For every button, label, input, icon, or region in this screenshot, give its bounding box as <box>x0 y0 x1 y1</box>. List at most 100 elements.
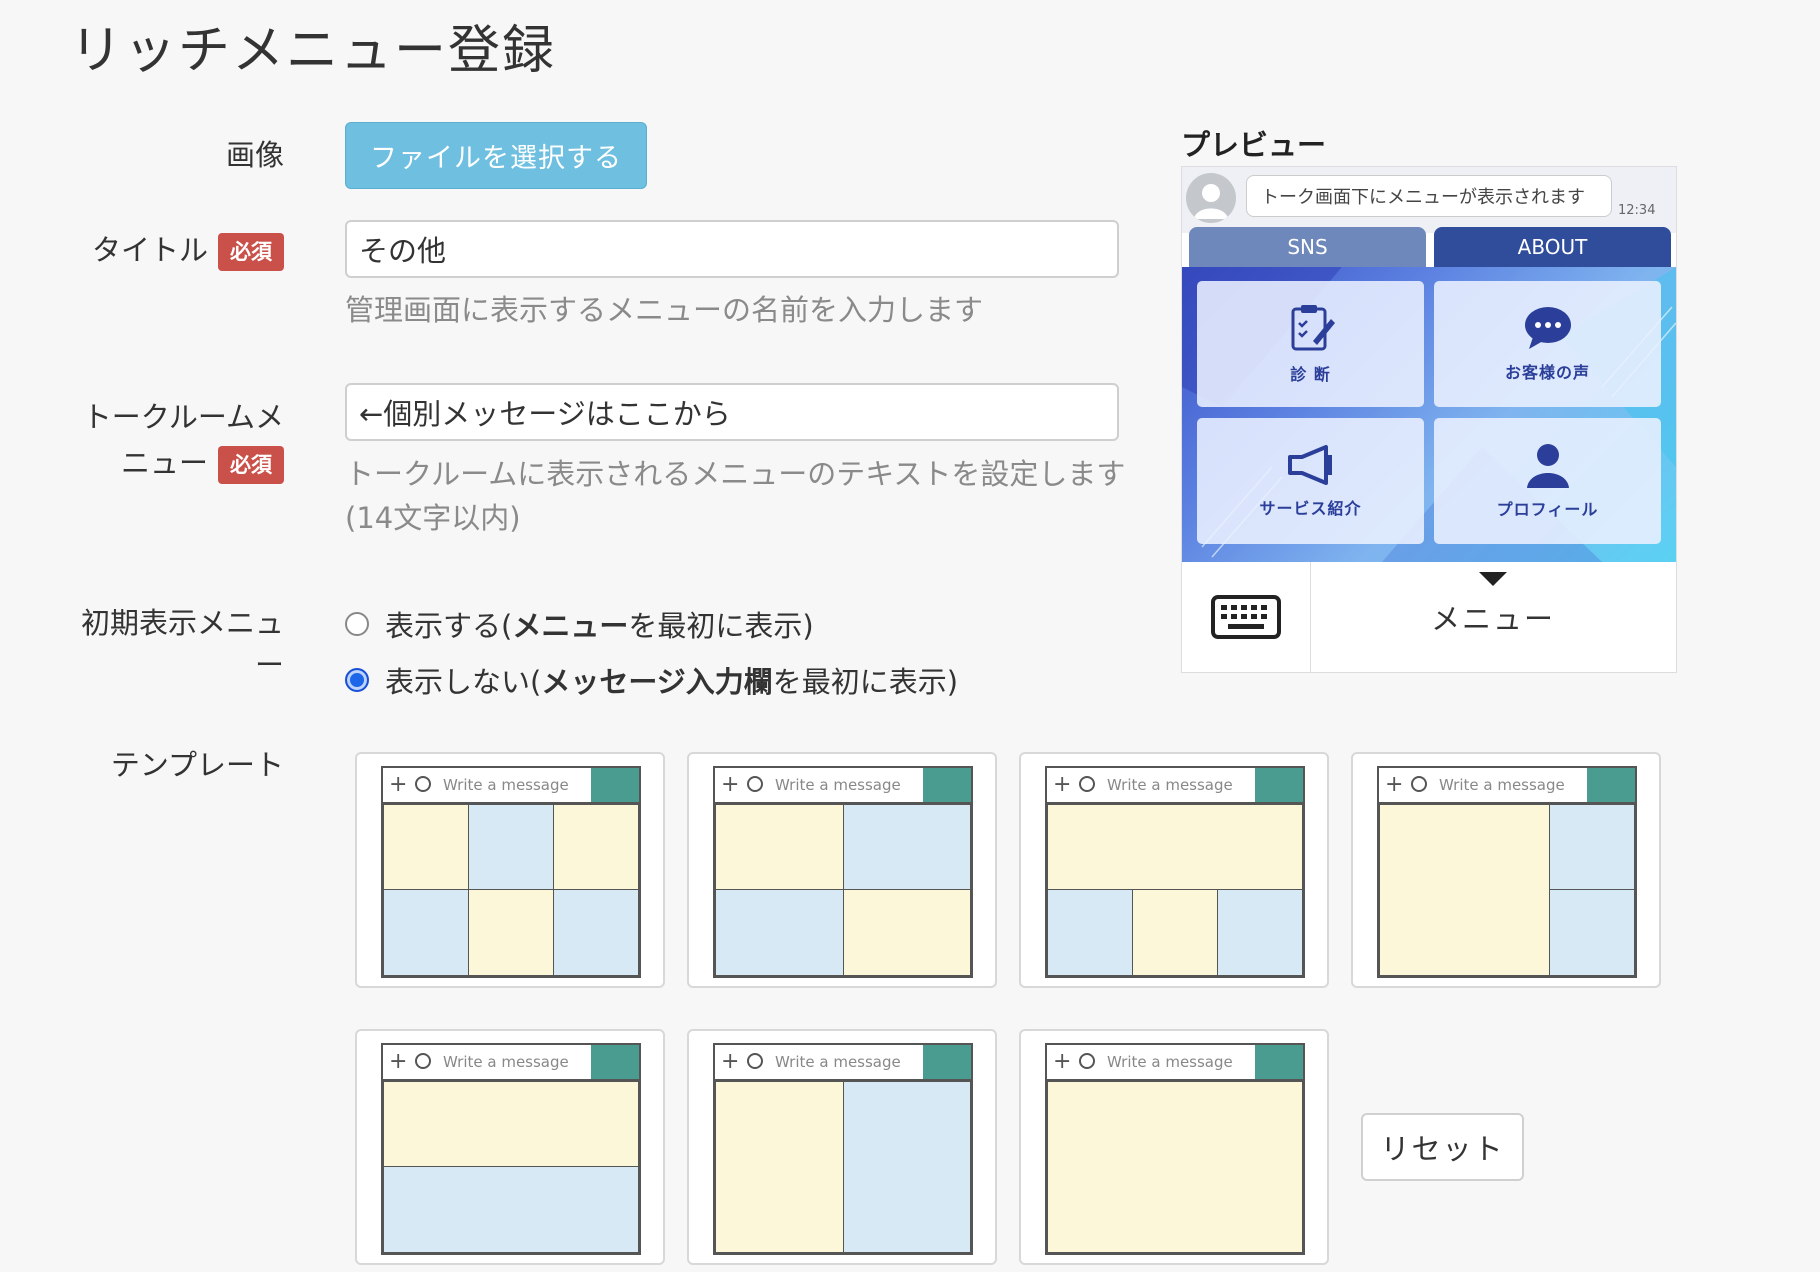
template-option-4-grid[interactable]: + Write a message <box>687 752 997 988</box>
area-cell <box>468 889 554 976</box>
input-bar: + Write a message <box>715 768 971 804</box>
send-block <box>923 1045 971 1079</box>
keyboard-icon <box>1211 595 1281 639</box>
rich-menu-image: 診 断 お客様の声 サービス紹介 プロフィール <box>1182 267 1676 562</box>
send-block <box>591 768 639 802</box>
area-cell <box>715 804 844 890</box>
smile-icon <box>747 1053 763 1069</box>
smile-icon <box>415 1053 431 1069</box>
area-cell <box>1132 889 1218 976</box>
template-mock: + Write a message <box>713 1043 973 1255</box>
area-cell <box>843 804 971 890</box>
radio-show-menu[interactable]: 表示する(メニューを最初に表示) <box>345 603 814 645</box>
area-cell <box>715 889 844 976</box>
chat-bubble: トーク画面下にメニューが表示されます <box>1246 175 1612 217</box>
megaphone-icon <box>1287 445 1332 485</box>
template-label: テンプレート <box>110 748 284 782</box>
radio-label: 表示しない(メッセージ入力欄を最初に表示) <box>385 665 959 699</box>
clipboard-icon <box>1291 305 1335 351</box>
area-cell <box>1549 889 1635 976</box>
send-block <box>923 768 971 802</box>
smile-icon <box>1079 1053 1095 1069</box>
area-cell <box>383 889 469 976</box>
required-badge: 必須 <box>218 446 284 484</box>
input-bar: + Write a message <box>383 768 639 804</box>
reset-button[interactable]: リセット <box>1361 1113 1524 1181</box>
template-grid <box>1047 804 1303 976</box>
send-block <box>591 1045 639 1079</box>
plus-icon: + <box>389 1049 408 1074</box>
template-mock: + Write a message <box>1045 766 1305 978</box>
menu-cell-label: サービス紹介 <box>1259 499 1362 518</box>
message-placeholder: Write a message <box>443 1053 569 1071</box>
send-block <box>1255 1045 1303 1079</box>
template-option-1-2[interactable]: + Write a message <box>1351 752 1661 988</box>
input-bar: + Write a message <box>715 1045 971 1081</box>
choose-file-button[interactable]: ファイルを選択する <box>345 122 647 189</box>
keyboard-toggle[interactable] <box>1182 562 1311 672</box>
speech-bubble-icon <box>1524 307 1571 349</box>
area-cell <box>715 1081 844 1253</box>
template-mock: + Write a message <box>1377 766 1637 978</box>
talkroom-label-cont: ニュー <box>120 446 208 480</box>
required-badge: 必須 <box>218 233 284 271</box>
tab-sns[interactable]: SNS <box>1189 227 1426 267</box>
plus-icon: + <box>721 1049 740 1074</box>
smile-icon <box>1411 776 1427 792</box>
area-cell <box>383 1166 639 1253</box>
template-grid <box>383 804 639 976</box>
area-cell <box>553 804 639 890</box>
template-grid <box>715 804 971 976</box>
template-mock: + Write a message <box>381 1043 641 1255</box>
title-help-text: 管理画面に表示するメニューの名前を入力します <box>345 293 984 327</box>
template-option-1-3[interactable]: + Write a message <box>1019 752 1329 988</box>
area-cell <box>1217 889 1303 976</box>
input-bar: + Write a message <box>1379 768 1635 804</box>
smile-icon <box>747 776 763 792</box>
template-option-2-columns[interactable]: + Write a message <box>687 1029 997 1265</box>
template-grid <box>1379 804 1635 976</box>
template-option-6-grid[interactable]: + Write a message <box>355 752 665 988</box>
tab-about[interactable]: ABOUT <box>1434 227 1671 267</box>
plus-icon: + <box>1385 772 1404 797</box>
template-mock: + Write a message <box>381 766 641 978</box>
title-label-row: タイトル 必須 <box>92 228 284 273</box>
plus-icon: + <box>1053 772 1072 797</box>
talkroom-label-row2: ニュー 必須 <box>121 441 284 486</box>
area-cell <box>843 889 971 976</box>
radio-button-selected[interactable] <box>345 668 369 692</box>
person-icon <box>1526 444 1569 488</box>
menu-cell-diagnosis[interactable]: 診 断 <box>1197 281 1424 407</box>
message-placeholder: Write a message <box>1107 776 1233 794</box>
plus-icon: + <box>721 772 740 797</box>
template-option-2-rows[interactable]: + Write a message <box>355 1029 665 1265</box>
page-title: リッチメニュー登録 <box>70 21 557 81</box>
initial-display-label-cont: ー <box>254 648 284 682</box>
menu-cell-label: お客様の声 <box>1504 363 1590 382</box>
chat-area: トーク画面下にメニューが表示されます 12:34 <box>1182 167 1676 233</box>
template-grid <box>383 1081 639 1253</box>
radio-label: 表示する(メニューを最初に表示) <box>385 609 814 643</box>
menu-label[interactable]: メニュー <box>1310 562 1676 672</box>
template-option-single[interactable]: + Write a message <box>1019 1029 1329 1265</box>
talkroom-label: トークルームメ <box>82 400 284 434</box>
area-cell <box>1047 889 1133 976</box>
menu-cell-testimonials[interactable]: お客様の声 <box>1434 281 1661 407</box>
talkroom-menu-input[interactable] <box>345 383 1119 441</box>
menu-cell-profile[interactable]: プロフィール <box>1434 418 1661 544</box>
preview-title: プレビュー <box>1181 128 1327 162</box>
title-label: タイトル <box>91 233 208 267</box>
radio-hide-menu[interactable]: 表示しない(メッセージ入力欄を最初に表示) <box>345 659 958 701</box>
smile-icon <box>1079 776 1095 792</box>
input-bar: + Write a message <box>383 1045 639 1081</box>
template-mock: + Write a message <box>713 766 973 978</box>
area-cell <box>383 804 469 890</box>
message-placeholder: Write a message <box>775 776 901 794</box>
menu-cell-services[interactable]: サービス紹介 <box>1197 418 1424 544</box>
template-grid <box>1047 1081 1303 1253</box>
initial-display-label: 初期表示メニュ <box>80 606 284 640</box>
radio-button[interactable] <box>345 612 369 636</box>
title-input[interactable] <box>345 220 1119 278</box>
plus-icon: + <box>389 772 408 797</box>
send-block <box>1587 768 1635 802</box>
